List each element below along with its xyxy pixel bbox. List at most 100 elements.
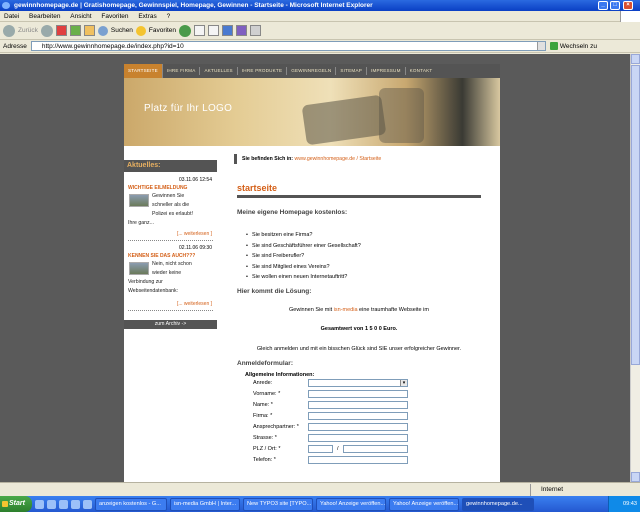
messenger-icon[interactable]: [236, 25, 248, 36]
nav-sitemap[interactable]: SITEMAP: [336, 67, 367, 75]
task-button[interactable]: Yahoo! Anzeige veröffen...: [389, 497, 459, 511]
vorname-input[interactable]: [308, 390, 408, 398]
chair-image-2: [379, 88, 424, 143]
quicklaunch-desktop-icon[interactable]: [35, 499, 44, 509]
go-button[interactable]: Wechseln zu: [549, 42, 597, 50]
label-ansprechpartner: Ansprechpartner: *: [253, 424, 299, 430]
website: STARTSEITE IHRE FIRMA AKTUELLES IHRE PRO…: [124, 64, 500, 482]
menu-favoriten[interactable]: Favoriten: [101, 13, 128, 20]
name-input[interactable]: [308, 401, 408, 409]
status-bar: Internet: [0, 482, 640, 496]
task-button-active[interactable]: gewinnhomepage.de...: [462, 497, 534, 511]
news-date: 03.11.06 12:54: [179, 177, 212, 183]
telefon-input[interactable]: [308, 456, 408, 464]
window-title: gewinnhomepage.de | Gratishomepage, Gewi…: [14, 2, 373, 9]
scroll-up-icon[interactable]: [631, 54, 640, 64]
address-dropdown-icon[interactable]: [536, 42, 545, 50]
total-value: Gesamtwert von 1 5 0 0 Euro.: [320, 326, 398, 332]
form-heading: Anmeldeformular:: [237, 360, 293, 367]
nav-gewinnregeln[interactable]: GEWINNREGELN: [287, 67, 337, 75]
list-item: Sie sind Geschäftsführer einer Gesellsch…: [246, 241, 361, 252]
nav-impressum[interactable]: IMPRESSUM: [367, 67, 406, 75]
address-input[interactable]: http://www.gewinnhomepage.de/index.php?i…: [30, 41, 546, 51]
window-title-bar[interactable]: gewinnhomepage.de | Gratishomepage, Gewi…: [0, 0, 640, 11]
news-heading: Aktuelles:: [124, 160, 217, 172]
ie-icon: [2, 2, 10, 9]
read-more-link[interactable]: [... weiterlesen ]: [177, 301, 212, 307]
nav-ihre-firma[interactable]: IHRE FIRMA: [163, 67, 201, 75]
system-tray-clock: 09:43: [608, 496, 640, 512]
maximize-button[interactable]: □: [610, 1, 620, 10]
quicklaunch-media-icon[interactable]: [71, 499, 80, 509]
favorites-button-label[interactable]: Favoriten: [149, 27, 176, 34]
nav-kontakt[interactable]: KONTAKT: [406, 67, 437, 75]
strasse-input[interactable]: [308, 434, 408, 442]
news-text-b: wieder keine: [152, 270, 182, 276]
home-icon[interactable]: [83, 25, 95, 36]
ort-input[interactable]: [343, 445, 408, 453]
menu-datei[interactable]: Datei: [4, 13, 19, 20]
brand-link[interactable]: isn-media: [334, 307, 358, 313]
toolbar: Zurück Suchen Favoriten: [0, 22, 640, 40]
task-button[interactable]: isn-media GmbH | Inter...: [170, 497, 240, 511]
news-title[interactable]: KENNEN SIE DAS AUCH???: [128, 253, 195, 259]
luck-text: Gleich anmelden und mit ein bisschen Glü…: [256, 346, 462, 352]
windows-logo-icon: [620, 11, 640, 22]
back-arrow-icon[interactable]: [3, 24, 15, 37]
search-button-label[interactable]: Suchen: [111, 27, 133, 34]
forward-arrow-icon[interactable]: [40, 24, 53, 37]
anrede-select[interactable]: ▾: [308, 379, 408, 387]
quicklaunch-explorer-icon[interactable]: [59, 499, 68, 509]
label-strasse: Strasse: *: [253, 435, 277, 441]
chevron-down-icon[interactable]: ▾: [400, 380, 407, 386]
research-icon[interactable]: [250, 25, 262, 36]
back-button-label[interactable]: Zurück: [18, 27, 38, 34]
vertical-scrollbar[interactable]: [630, 54, 640, 482]
news-title[interactable]: WICHTIGE EILMELDUNG: [128, 185, 187, 191]
edit-icon[interactable]: [222, 25, 234, 36]
main-content: Sie befinden Sich in: www.gewinnhomepage…: [224, 146, 500, 482]
nav-startseite[interactable]: STARTSEITE: [124, 64, 163, 78]
firma-input[interactable]: [308, 412, 408, 420]
mail-icon[interactable]: [194, 25, 206, 36]
minimize-button[interactable]: _: [598, 1, 608, 10]
task-button[interactable]: anzeigen kostenlos - G...: [95, 497, 167, 511]
nav-aktuelles[interactable]: AKTUELLES: [200, 67, 238, 75]
go-button-label[interactable]: Wechseln zu: [560, 43, 597, 50]
plz-input[interactable]: [308, 445, 333, 453]
news-text-c: Verbindung zur: [128, 279, 163, 285]
scroll-down-icon[interactable]: [631, 472, 640, 482]
quicklaunch-ie-icon[interactable]: [47, 499, 56, 509]
stop-icon[interactable]: [55, 25, 67, 36]
breadcrumb: Sie befinden Sich in: www.gewinnhomepage…: [234, 154, 409, 164]
close-button[interactable]: ×: [623, 1, 633, 10]
scroll-thumb[interactable]: [631, 65, 640, 365]
menu-ansicht[interactable]: Ansicht: [70, 13, 91, 20]
browser-viewport: STARTSEITE IHRE FIRMA AKTUELLES IHRE PRO…: [0, 54, 630, 482]
refresh-icon[interactable]: [69, 25, 81, 36]
menu-bearbeiten[interactable]: Bearbeiten: [29, 13, 60, 20]
breadcrumb-path[interactable]: www.gewinnhomepage.de / Startseite: [294, 156, 381, 162]
win-text-pre: Gewinnen Sie mit: [289, 307, 333, 313]
address-url[interactable]: http://www.gewinnhomepage.de/index.php?i…: [42, 43, 184, 50]
task-button[interactable]: New TYPO3 site [TYPO...: [243, 497, 313, 511]
ansprechpartner-input[interactable]: [308, 423, 408, 431]
start-button[interactable]: Start: [0, 496, 32, 512]
news-text-b: schneller als die: [152, 202, 190, 208]
page-title: startseite: [237, 183, 278, 193]
search-icon[interactable]: [97, 25, 108, 36]
go-arrow-icon: [549, 42, 558, 50]
solution-heading: Hier kommt die Lösung:: [237, 288, 312, 295]
list-item: Sie wollen einen neuen Internetauftritt?: [246, 272, 361, 283]
favorites-star-icon[interactable]: [135, 25, 146, 36]
win-text-post: eine traumhafte Webseite im: [359, 307, 429, 313]
nav-ihre-produkte[interactable]: IHRE PRODUKTE: [238, 67, 288, 75]
print-icon[interactable]: [208, 25, 220, 36]
quicklaunch-app-icon[interactable]: [83, 499, 92, 509]
menu-help[interactable]: ?: [167, 13, 171, 20]
archive-link[interactable]: zum Archiv ->: [124, 320, 217, 329]
task-button[interactable]: Yahoo! Anzeige veröffen...: [316, 497, 386, 511]
history-icon[interactable]: [179, 24, 192, 37]
read-more-link[interactable]: [... weiterlesen ]: [177, 231, 212, 237]
menu-extras[interactable]: Extras: [138, 13, 156, 20]
